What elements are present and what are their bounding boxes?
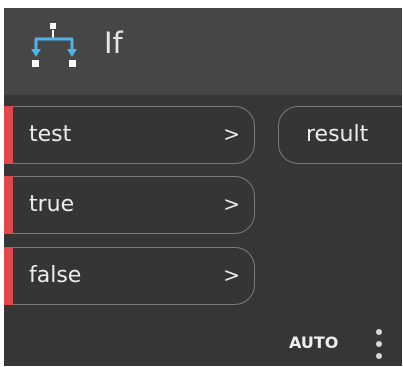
- input-port-false[interactable]: false >: [4, 247, 255, 305]
- port-label: true: [29, 192, 75, 217]
- input-port-true[interactable]: true >: [4, 176, 255, 234]
- node-title: If: [104, 26, 123, 60]
- vertical-ellipsis-icon[interactable]: [372, 326, 386, 362]
- port-label: test: [29, 122, 72, 147]
- output-port-result[interactable]: result: [278, 106, 402, 164]
- if-node[interactable]: If test > true > false > result AUTO: [4, 8, 402, 366]
- port-accent: [4, 106, 13, 164]
- port-label: result: [306, 122, 369, 147]
- branch-icon: [31, 23, 77, 67]
- port-accent: [4, 176, 13, 234]
- chevron-right-icon[interactable]: >: [223, 177, 240, 232]
- node-header[interactable]: If: [4, 8, 402, 95]
- input-port-test[interactable]: test >: [4, 106, 255, 164]
- port-accent: [4, 247, 13, 305]
- port-label: false: [29, 263, 82, 288]
- chevron-right-icon[interactable]: >: [223, 248, 240, 303]
- lacing-label: AUTO: [289, 333, 339, 352]
- chevron-right-icon[interactable]: >: [223, 107, 240, 162]
